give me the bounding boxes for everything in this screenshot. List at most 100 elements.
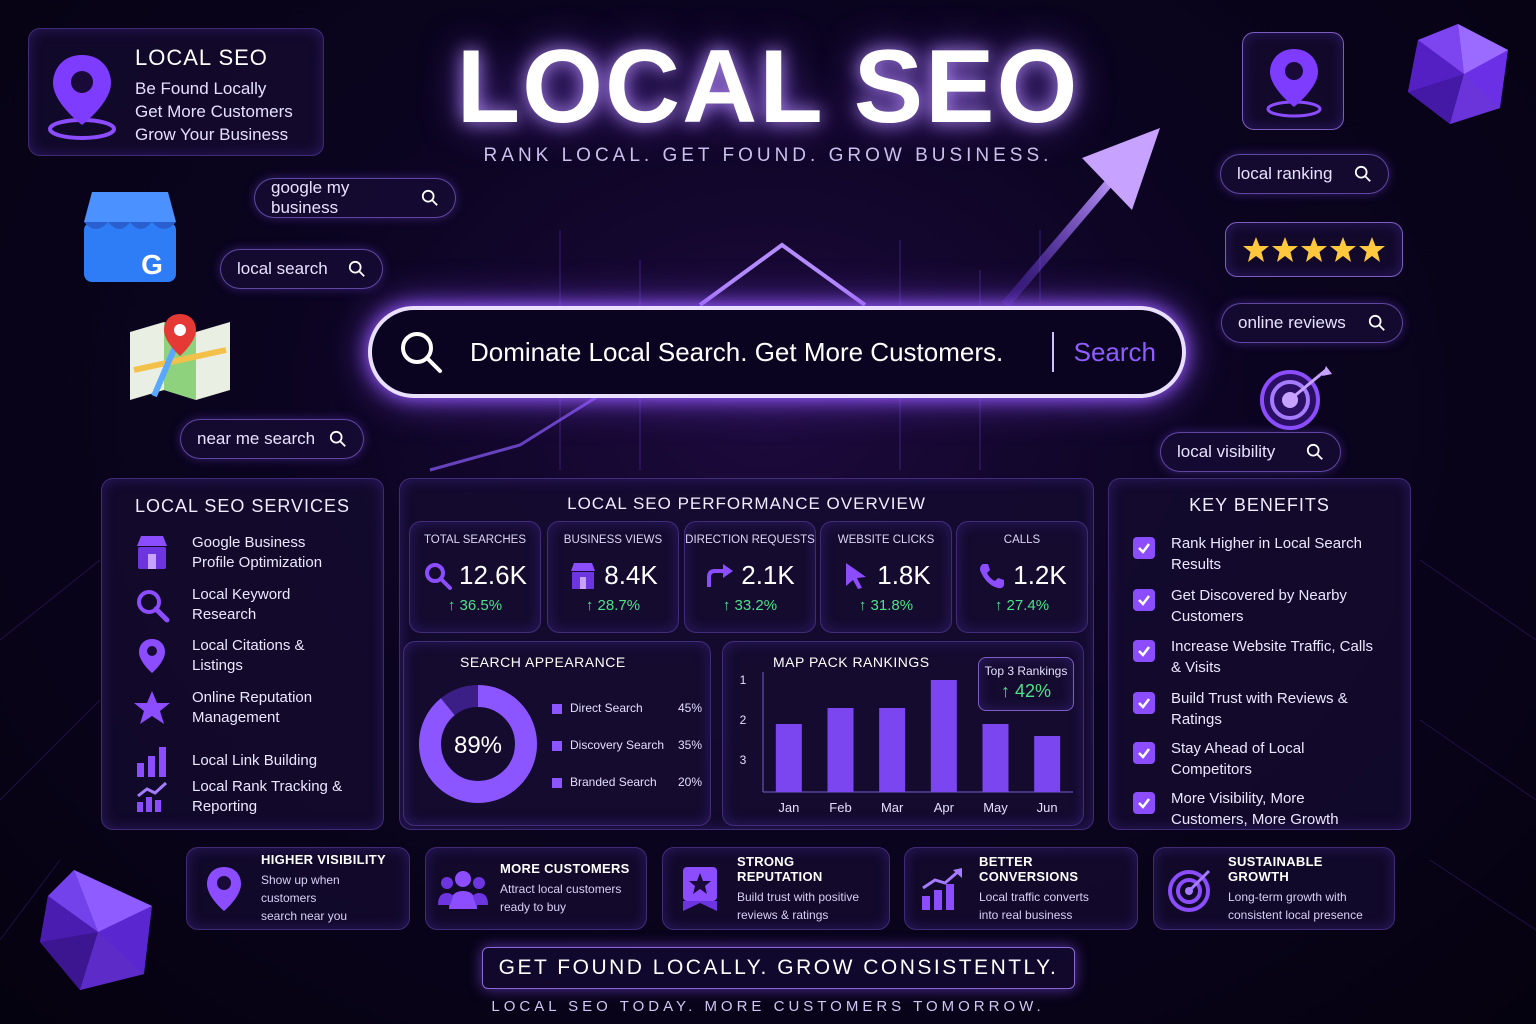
map-pin-icon <box>139 639 165 673</box>
legend-swatch <box>552 740 562 751</box>
cursor-icon <box>846 562 867 589</box>
x-tick-label: Jan <box>778 800 799 815</box>
service-item: Local Citations & Listings <box>132 636 352 676</box>
phone-icon <box>980 563 1005 588</box>
x-tick-label: Apr <box>934 800 955 815</box>
bar <box>930 680 957 792</box>
check-icon <box>1133 792 1155 814</box>
local-search-pill[interactable]: local search <box>220 249 383 289</box>
benefit-item: Get Discovered by Nearby Customers <box>1133 585 1386 627</box>
metric-direction-requests: DIRECTION REQUESTS 2.1K ↑ 33.2% <box>684 521 816 633</box>
chart-tooltip: Top 3 Rankings ↑ 42% <box>978 657 1074 711</box>
metric-change: ↑ 27.4% <box>994 597 1050 614</box>
pill-label: near me search <box>197 429 316 448</box>
feature-card-growth: SUSTAINABLE GROWTH Long-term growth with c… <box>1153 847 1395 930</box>
card-desc: Show up when customers search near you <box>261 873 348 923</box>
pill-label: local search <box>237 259 328 278</box>
search-appearance-card: SEARCH APPEARANCE 89% Direct Search 45% D… <box>403 641 711 826</box>
card-title: HIGHER VISIBILITY <box>261 852 387 867</box>
benefits-title: KEY BENEFITS <box>1189 495 1330 515</box>
tooltip-title: Top 3 Rankings <box>984 664 1068 678</box>
benefit-label: Increase Website Traffic, Calls & Visits <box>1171 638 1374 676</box>
search-appearance-title: SEARCH APPEARANCE <box>460 654 626 670</box>
location-pin-tile <box>1242 32 1344 130</box>
service-label: Online Reputation Management <box>192 689 313 726</box>
y-tick-label: 3 <box>740 753 747 767</box>
store-icon <box>137 536 167 569</box>
card-desc: Local traffic converts into real business <box>979 889 1089 922</box>
metric-value: 12.6K <box>459 560 527 590</box>
x-tick-label: May <box>983 800 1008 815</box>
five-stars <box>1243 237 1385 262</box>
performance-title: LOCAL SEO PERFORMANCE OVERVIEW <box>567 494 926 513</box>
search-query[interactable]: Dominate Local Search. Get More Customer… <box>470 337 1052 368</box>
card-title: MORE CUSTOMERS <box>500 861 630 876</box>
card-desc: Build trust with positive reviews & ratin… <box>737 889 860 922</box>
legend-row: Branded Search 20% <box>552 775 702 789</box>
main-search-bar[interactable]: Dominate Local Search. Get More Customer… <box>368 306 1186 398</box>
bar <box>1034 736 1061 792</box>
pill-label: local visibility <box>1177 442 1276 461</box>
metric-label: WEBSITE CLICKS <box>837 534 935 546</box>
search-icon <box>401 332 442 373</box>
services-title: LOCAL SEO SERVICES <box>134 496 351 516</box>
feature-card-conversions: BETTER CONVERSIONS Local traffic converts… <box>904 847 1138 930</box>
check-icon <box>1133 537 1155 559</box>
benefits-panel: KEY BENEFITS Rank Higher in Local Search… <box>1108 478 1411 830</box>
legend-swatch <box>552 703 562 714</box>
metric-label: TOTAL SEARCHES <box>423 534 527 546</box>
donut-chart: 89% <box>419 685 537 803</box>
search-icon <box>1354 165 1371 182</box>
direction-arrow-icon <box>707 563 734 587</box>
legend-value: 45% <box>677 701 702 715</box>
bar <box>879 708 906 792</box>
card-title: STRONG REPUTATION <box>737 853 823 884</box>
performance-panel: LOCAL SEO PERFORMANCE OVERVIEW TOTAL SEA… <box>399 478 1094 830</box>
magnifier-icon <box>137 590 170 623</box>
search-icon <box>421 189 438 206</box>
store-icon <box>571 562 596 589</box>
legend-label: Discovery Search <box>570 738 665 752</box>
benefit-item: Build Trust with Reviews & Ratings <box>1133 688 1386 730</box>
google-my-business-pill[interactable]: google my business <box>254 178 456 218</box>
search-icon <box>329 430 346 447</box>
card-title: BETTER CONVERSIONS <box>979 853 1079 884</box>
online-reviews-pill[interactable]: online reviews <box>1221 303 1403 343</box>
local-visibility-pill[interactable]: local visibility <box>1160 432 1341 472</box>
map-pack-card: MAP PACK RANKINGS 1 2 3 Jan Feb Mar Apr May Jun … <box>722 641 1084 826</box>
benefit-item: More Visibility, More Customers, More Gr… <box>1133 788 1361 830</box>
map-icon <box>130 314 230 400</box>
footer-banner-text: GET FOUND LOCALLY. GROW CONSISTENTLY. <box>498 956 1059 979</box>
service-label: Local Keyword Research <box>192 586 291 623</box>
benefit-label: Get Discovered by Nearby Customers <box>1171 587 1347 625</box>
benefit-label: Build Trust with Reviews & Ratings <box>1171 690 1348 728</box>
metric-website-clicks: WEBSITE CLICKS 1.8K ↑ 31.8% <box>820 521 952 633</box>
service-item: Local Link Building <box>132 741 352 781</box>
card-title: SUSTAINABLE GROWTH <box>1228 853 1323 884</box>
metric-label: BUSINESS VIEWS <box>563 534 663 546</box>
feature-card-customers: MORE CUSTOMERS Attract local customers rea… <box>425 847 647 930</box>
near-me-search-pill[interactable]: near me search <box>180 419 364 459</box>
search-button[interactable]: Search <box>1074 337 1156 368</box>
metric-total-searches: TOTAL SEARCHES 12.6K ↑ 36.5% <box>409 521 541 633</box>
magnifier-icon <box>425 562 453 590</box>
service-label: Local Citations & Listings <box>192 637 305 674</box>
metric-value: 1.8K <box>877 560 931 590</box>
svg-text:G: G <box>141 249 163 280</box>
pill-label: online reviews <box>1238 313 1346 332</box>
target-icon <box>1260 366 1332 430</box>
feature-card-visibility: HIGHER VISIBILITY Show up when customers s… <box>186 847 410 930</box>
people-icon <box>438 870 488 909</box>
metric-value: 1.2K <box>1013 560 1067 590</box>
search-icon <box>1306 443 1323 460</box>
benefit-label: Stay Ahead of Local Competitors <box>1171 740 1305 778</box>
benefit-item: Rank Higher in Local Search Results <box>1133 533 1386 575</box>
service-label: Local Rank Tracking & Reporting <box>192 778 343 815</box>
x-tick-label: Feb <box>829 800 851 815</box>
legend-row: Direct Search 45% <box>552 701 702 715</box>
metric-value: 2.1K <box>741 560 795 590</box>
service-item: Online Reputation Management <box>132 688 352 728</box>
pill-label: local ranking <box>1237 164 1333 183</box>
footer-banner: GET FOUND LOCALLY. GROW CONSISTENTLY. <box>482 947 1075 989</box>
local-ranking-pill[interactable]: local ranking <box>1220 154 1389 194</box>
